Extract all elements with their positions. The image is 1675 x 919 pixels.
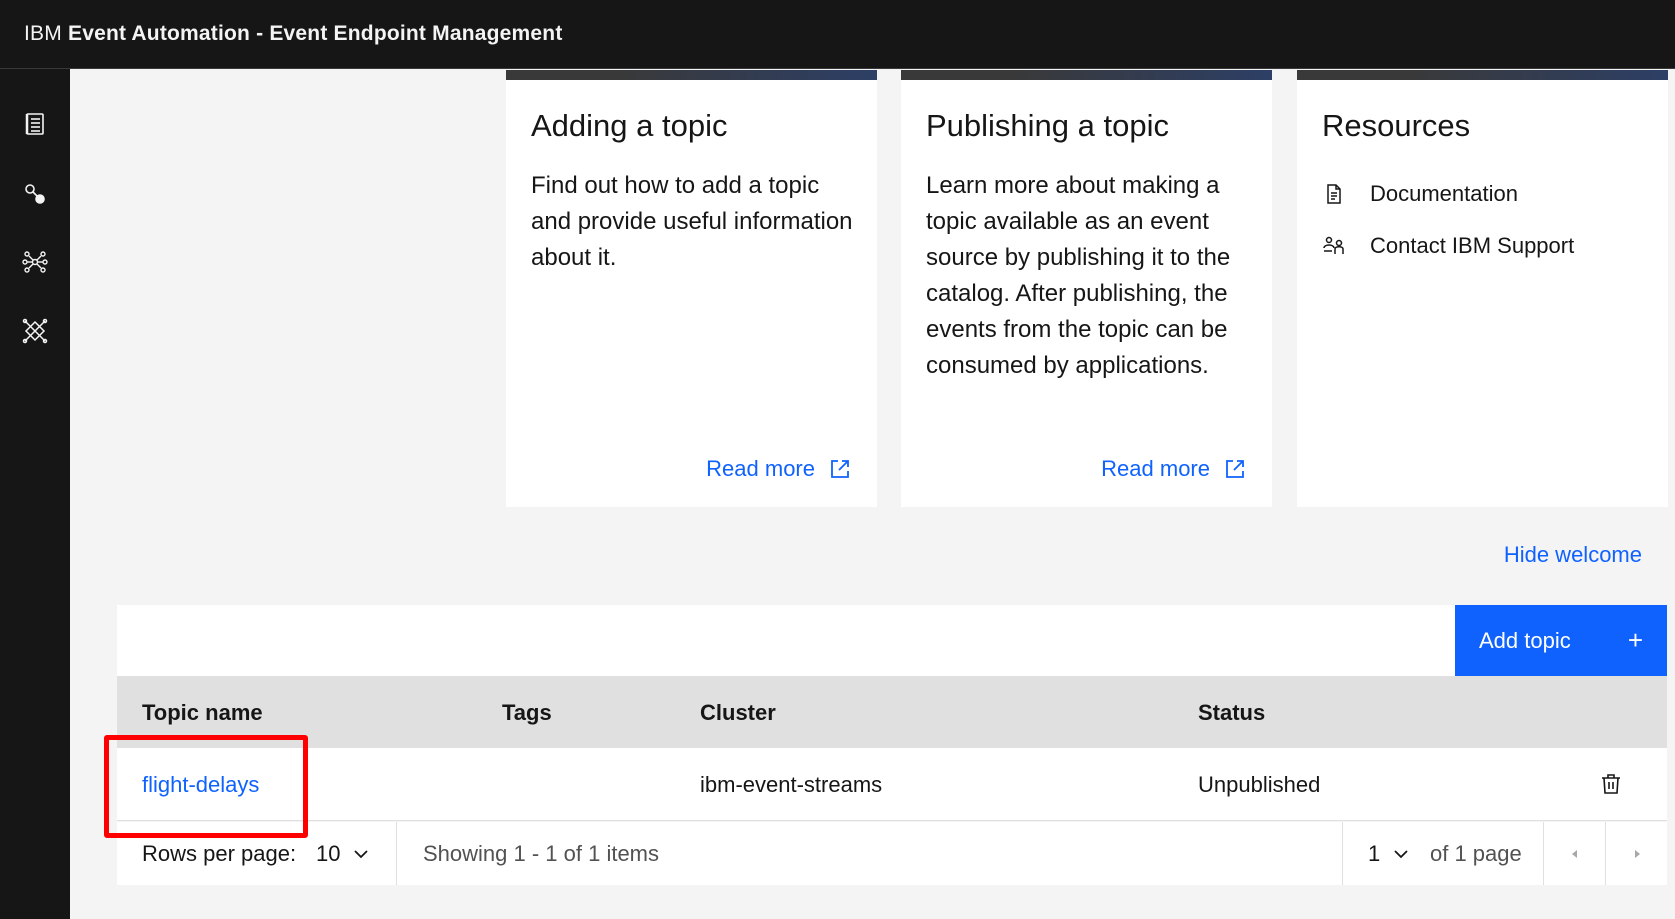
divider: [1342, 822, 1343, 885]
card-accent-strip: [901, 70, 1272, 80]
card-accent-strip: [506, 70, 877, 80]
read-more-label: Read more: [1101, 456, 1210, 481]
launch-icon: [831, 460, 849, 478]
contact-support-link[interactable]: Contact IBM Support: [1322, 220, 1574, 272]
page-select[interactable]: 1: [1368, 841, 1410, 867]
add-topic-label: Add topic: [1479, 627, 1571, 653]
resources-card: Resources Documentation Contact IBM Supp…: [1297, 70, 1668, 507]
support-icon: [1323, 236, 1344, 254]
brand-name[interactable]: IBM Event Automation - Event Endpoint Ma…: [24, 22, 563, 46]
divider: [1605, 822, 1606, 885]
brand-prefix: IBM: [24, 22, 62, 45]
previous-page-button[interactable]: [1545, 822, 1605, 885]
column-header-topic-name[interactable]: Topic name: [142, 700, 263, 726]
adding-topic-card: Adding a topic Find out how to add a top…: [506, 70, 877, 507]
rows-per-page-select[interactable]: 10: [316, 841, 370, 867]
highlight-box: [104, 735, 308, 838]
rows-per-page-label: Rows per page:: [142, 841, 297, 866]
item-range-text: Showing 1 - 1 of 1 items: [423, 841, 660, 866]
integration-icon[interactable]: [21, 317, 49, 345]
pagination-bar: Rows per page: 10 Showing 1 - 1 of 1 ite…: [117, 822, 1667, 885]
caret-left-icon: [1572, 849, 1577, 858]
network-icon[interactable]: [21, 248, 49, 276]
publishing-topic-card: Publishing a topic Learn more about maki…: [901, 70, 1272, 507]
add-icon: +: [1627, 625, 1643, 655]
divider: [1543, 822, 1544, 885]
card-title: Adding a topic: [531, 108, 728, 143]
launch-icon: [1226, 460, 1244, 478]
card-body: Learn more about making a topic availabl…: [926, 172, 1231, 379]
column-header-cluster[interactable]: Cluster: [700, 700, 776, 726]
product-name: Event Automation - Event Endpoint Manage…: [67, 22, 563, 45]
chevron-down-icon: [354, 850, 369, 859]
document-icon: [1327, 184, 1341, 204]
topics-table: Add topic + Topic name Tags Cluster Stat…: [117, 605, 1667, 885]
table-row: flight-delays ibm-event-streams Unpublis…: [117, 748, 1667, 821]
read-more-link[interactable]: Read more: [706, 456, 851, 482]
contact-support-label: Contact IBM Support: [1370, 233, 1575, 258]
delete-topic-button[interactable]: [1599, 772, 1623, 796]
total-pages-text: of 1 page: [1430, 841, 1522, 866]
catalog-icon[interactable]: [21, 110, 49, 138]
caret-right-icon: [1635, 849, 1640, 858]
card-title: Resources: [1322, 108, 1471, 143]
topic-status: Unpublished: [1198, 772, 1321, 797]
documentation-link[interactable]: Documentation: [1322, 168, 1574, 220]
topology-icon[interactable]: [21, 180, 49, 208]
column-header-status[interactable]: Status: [1198, 700, 1265, 726]
rows-per-page-value: 10: [316, 841, 341, 866]
trash-icon: [1602, 774, 1620, 794]
card-title: Publishing a topic: [926, 108, 1169, 143]
read-more-link[interactable]: Read more: [1101, 456, 1246, 482]
add-topic-button[interactable]: Add topic +: [1455, 605, 1667, 676]
read-more-label: Read more: [706, 456, 815, 481]
table-toolbar: Add topic +: [117, 605, 1667, 676]
table-header: Topic name Tags Cluster Status: [117, 676, 1667, 748]
card-accent-strip: [1297, 70, 1668, 80]
side-nav: [0, 69, 70, 919]
column-header-tags[interactable]: Tags: [502, 700, 552, 726]
page-value: 1: [1368, 841, 1381, 866]
next-page-button[interactable]: [1607, 822, 1667, 885]
topic-cluster: ibm-event-streams: [700, 772, 883, 797]
chevron-down-icon: [1394, 850, 1408, 859]
card-body: Find out how to add a topic and provide …: [531, 172, 853, 271]
resources-list: Documentation Contact IBM Support: [1322, 168, 1574, 272]
documentation-label: Documentation: [1370, 181, 1518, 206]
top-header: IBM Event Automation - Event Endpoint Ma…: [0, 0, 1675, 69]
divider: [396, 822, 397, 885]
hide-welcome-link[interactable]: Hide welcome: [1504, 542, 1642, 568]
